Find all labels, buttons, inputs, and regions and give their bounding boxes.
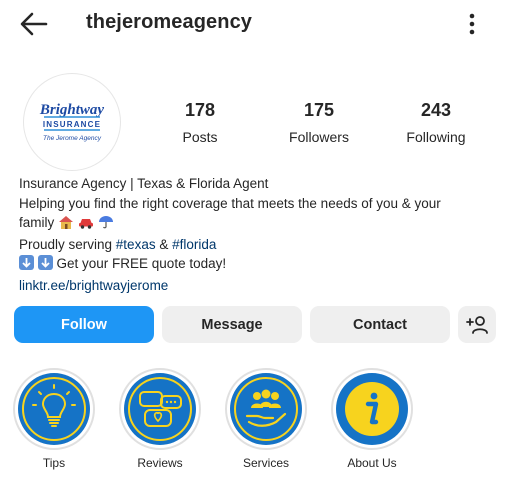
info-icon bbox=[336, 373, 408, 445]
followers-count: 175 bbox=[303, 100, 335, 120]
profile-username: thejeromeagency bbox=[86, 11, 253, 33]
highlight-tips[interactable]: Tips bbox=[8, 368, 100, 470]
profile-bio: Insurance Agency | Texas & Florida Agent… bbox=[19, 174, 499, 296]
back-button[interactable] bbox=[18, 10, 50, 38]
people-hand-icon bbox=[230, 373, 302, 445]
contact-button[interactable]: Contact bbox=[310, 306, 450, 343]
highlight-about-us[interactable]: About Us bbox=[326, 368, 418, 470]
bio-link[interactable]: linktr.ee/brightwayjerome bbox=[19, 276, 499, 296]
bio-line-2: family bbox=[19, 213, 499, 235]
following-count: 243 bbox=[420, 100, 452, 120]
top-bar: thejeromeagency bbox=[0, 0, 512, 48]
down-arrow-icon bbox=[19, 255, 34, 276]
following-label: Following bbox=[406, 129, 466, 145]
stat-followers[interactable]: 175 Followers bbox=[269, 100, 369, 145]
umbrella-icon bbox=[98, 215, 114, 235]
bio-line-3: Proudly serving #texas & #florida bbox=[19, 235, 499, 255]
suggested-accounts-button[interactable] bbox=[458, 306, 496, 343]
profile-avatar[interactable]: Brightway INSURANCE The Jerome Agency bbox=[24, 74, 120, 170]
car-icon bbox=[78, 215, 94, 235]
hashtag-florida[interactable]: #florida bbox=[172, 237, 216, 252]
chat-bubbles-icon bbox=[124, 373, 196, 445]
add-person-icon bbox=[466, 315, 488, 334]
bio-name: Insurance Agency | Texas & Florida Agent bbox=[19, 176, 269, 191]
logo-agency: The Jerome Agency bbox=[43, 135, 102, 142]
lightbulb-icon bbox=[18, 373, 90, 445]
svg-text:Brightway: Brightway bbox=[39, 102, 105, 118]
highlight-about-us-label: About Us bbox=[347, 456, 397, 470]
bio-line-2-text: family bbox=[19, 215, 55, 231]
stat-following[interactable]: 243 Following bbox=[386, 100, 486, 145]
svg-text:INSURANCE: INSURANCE bbox=[43, 120, 101, 129]
more-options-button[interactable] bbox=[462, 10, 482, 38]
posts-count: 178 bbox=[184, 100, 216, 120]
kebab-menu-icon bbox=[469, 13, 475, 35]
bio-line-4: Get your FREE quote today! bbox=[19, 254, 499, 276]
posts-label: Posts bbox=[182, 129, 218, 145]
bio-line-3-prefix: Proudly serving bbox=[19, 236, 116, 252]
highlight-services[interactable]: Services bbox=[220, 368, 312, 470]
follow-button[interactable]: Follow bbox=[14, 306, 154, 343]
hashtag-texas[interactable]: #texas bbox=[116, 237, 156, 252]
stat-posts[interactable]: 178 Posts bbox=[150, 100, 250, 145]
brightway-logo: Brightway INSURANCE The Jerome Agency bbox=[39, 102, 105, 142]
arrow-left-icon bbox=[20, 12, 48, 36]
highlight-services-label: Services bbox=[242, 456, 289, 470]
bio-line-3-mid: & bbox=[155, 236, 173, 252]
house-icon bbox=[58, 215, 74, 235]
down-arrow-icon bbox=[37, 255, 53, 276]
logo-brand: Brightway bbox=[39, 102, 105, 118]
bio-line-1: Helping you find the right coverage that… bbox=[19, 195, 441, 211]
highlight-tips-label: Tips bbox=[42, 456, 66, 470]
bio-line-4-text: Get your FREE quote today! bbox=[52, 256, 227, 272]
highlight-reviews-label: Reviews bbox=[137, 456, 183, 470]
followers-label: Followers bbox=[289, 129, 349, 145]
highlight-reviews[interactable]: Reviews bbox=[114, 368, 206, 470]
svg-text:The Jerome Agency: The Jerome Agency bbox=[43, 135, 102, 142]
message-button[interactable]: Message bbox=[162, 306, 302, 343]
logo-sub: INSURANCE bbox=[43, 120, 101, 129]
